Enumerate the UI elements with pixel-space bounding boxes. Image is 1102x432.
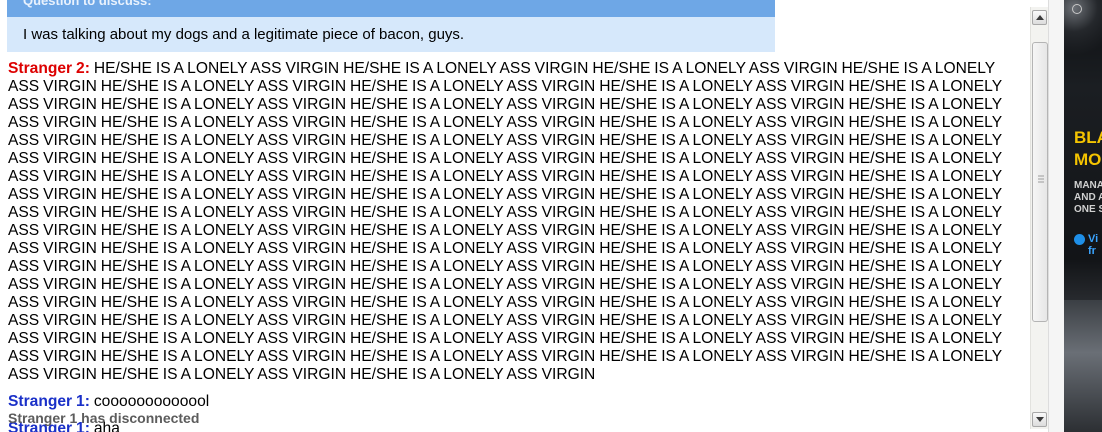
status-message: Stranger 1 has disconnected xyxy=(8,410,200,426)
grip-icon xyxy=(1038,175,1044,183)
ad-light-flare xyxy=(1064,0,1102,60)
ad-title-line-2: MO xyxy=(1074,150,1102,169)
ad-text-line-1: MANA xyxy=(1074,180,1102,191)
question-text: I was talking about my dogs and a legiti… xyxy=(23,26,465,43)
ad-text-line-2: AND A xyxy=(1074,192,1102,203)
chat-message: Stranger 2: HE/SHE IS A LONELY ASS VIRGI… xyxy=(8,60,1020,384)
question-header: Question to discuss: xyxy=(7,0,775,17)
chat-log-panel: Question to discuss: I was talking about… xyxy=(0,0,1030,432)
ad-text-line-3: ONE S xyxy=(1074,204,1102,215)
scroll-up-button[interactable] xyxy=(1032,10,1047,25)
scroll-thumb[interactable] xyxy=(1032,42,1048,322)
ad-car-image xyxy=(1064,300,1102,432)
play-icon[interactable] xyxy=(1074,234,1085,245)
chat-message: Stranger 1: cooooooooooool xyxy=(8,393,1020,411)
arrow-down-icon xyxy=(1036,417,1044,422)
message-speaker: Stranger 2: xyxy=(8,60,90,77)
ad-gutter xyxy=(1048,0,1065,432)
message-text: cooooooooooool xyxy=(93,393,210,410)
message-text: HE/SHE IS A LONELY ASS VIRGIN HE/SHE IS … xyxy=(8,60,1002,383)
ad-banner[interactable]: BLA MO MANA AND A ONE S Vi fr xyxy=(1064,0,1102,432)
message-log: Stranger 2: HE/SHE IS A LONELY ASS VIRGI… xyxy=(8,60,1020,432)
chat-scrollbar[interactable] xyxy=(1030,7,1049,429)
question-box: Question to discuss: I was talking about… xyxy=(7,0,775,52)
arrow-up-icon xyxy=(1036,15,1044,20)
message-speaker: Stranger 1: xyxy=(8,393,90,410)
ad-link-line-1[interactable]: Vi xyxy=(1088,233,1098,245)
question-header-label: Question to discuss: xyxy=(23,0,152,8)
ad-corner-ring xyxy=(1072,4,1082,14)
ad-title-line-1: BLA xyxy=(1074,128,1102,147)
scroll-down-button[interactable] xyxy=(1032,412,1047,427)
ad-link-line-2[interactable]: fr xyxy=(1088,245,1096,257)
